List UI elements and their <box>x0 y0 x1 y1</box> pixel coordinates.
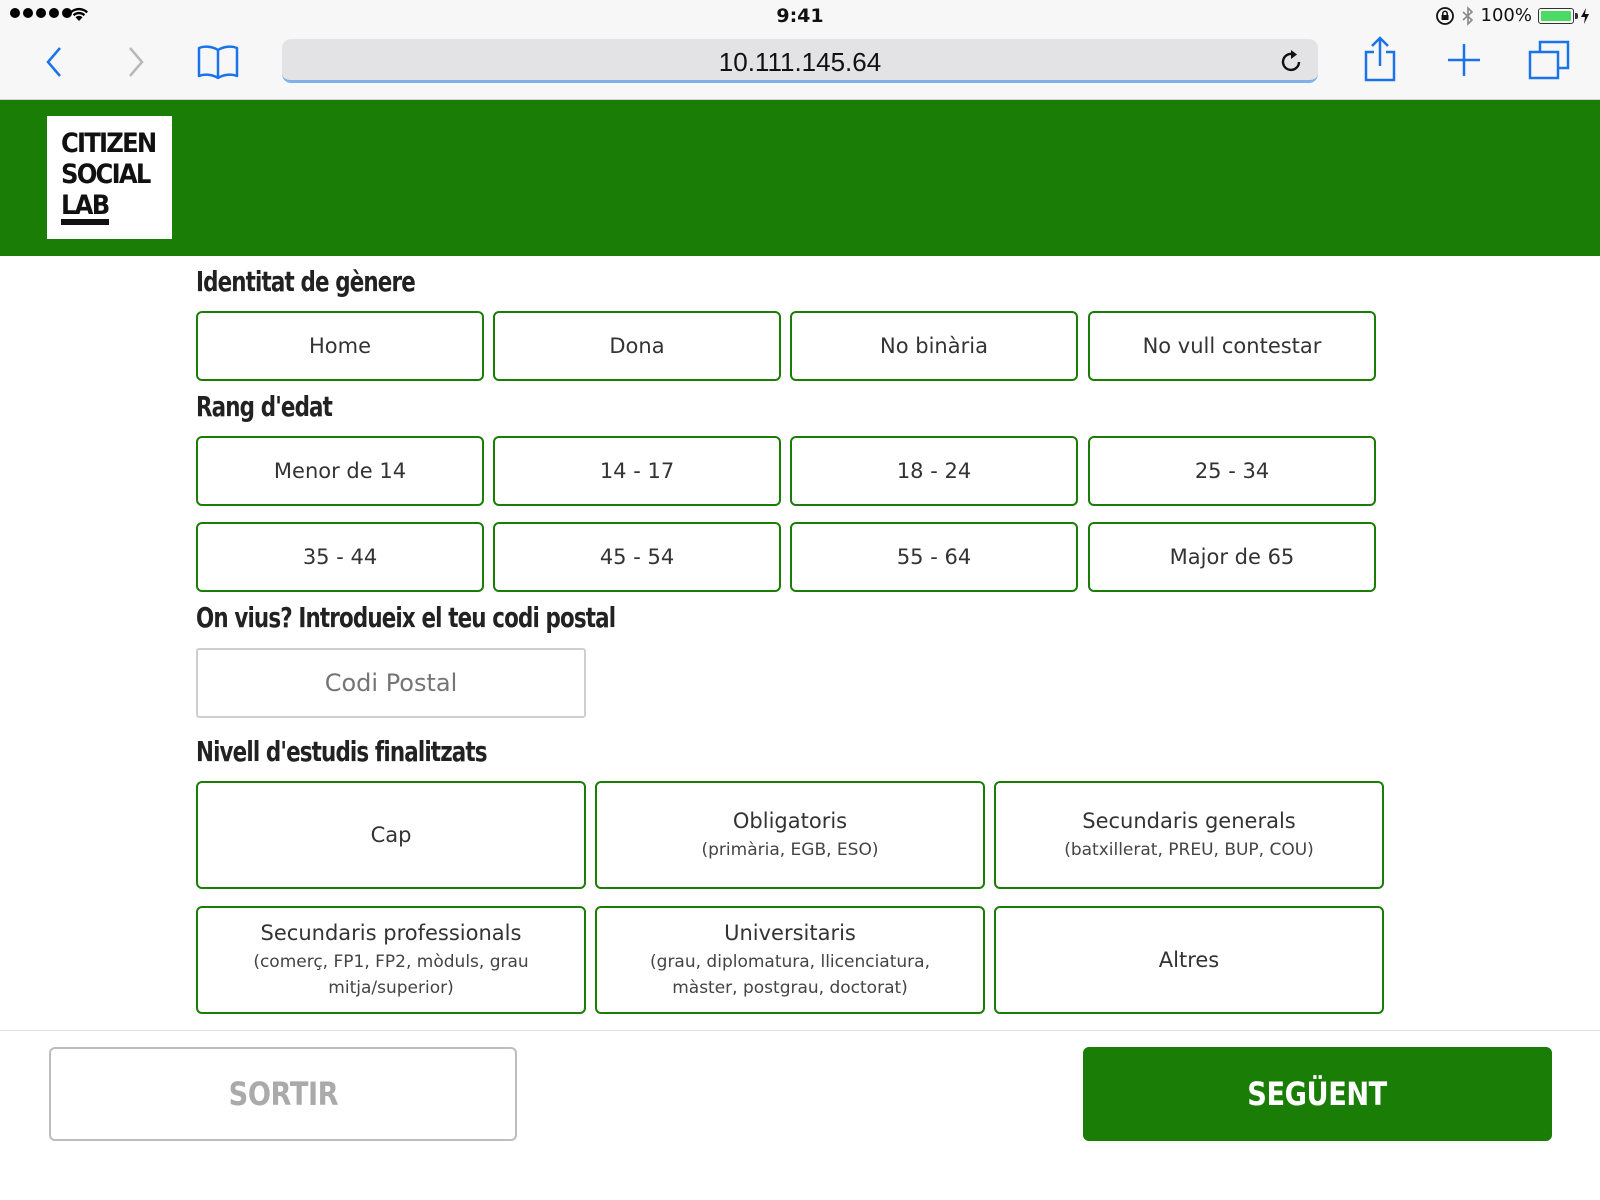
bluetooth-icon <box>1461 5 1473 26</box>
age-option-45-54[interactable]: 45 - 54 <box>493 522 781 592</box>
studies-option-obligatoris[interactable]: Obligatoris (primària, EGB, ESO) <box>595 781 985 889</box>
gender-option-no-vull-contestar[interactable]: No vull contestar <box>1088 311 1376 381</box>
gender-option-dona[interactable]: Dona <box>493 311 781 381</box>
exit-button[interactable]: SORTIR <box>49 1047 517 1141</box>
forward-icon[interactable] <box>124 42 148 82</box>
option-label: 25 - 34 <box>1194 459 1270 483</box>
postal-code-input[interactable] <box>196 648 586 718</box>
option-label: Menor de 14 <box>273 459 407 483</box>
age-option-35-44[interactable]: 35 - 44 <box>196 522 484 592</box>
option-label: Secundaris professionals <box>260 921 522 945</box>
charging-icon <box>1581 7 1589 24</box>
option-label: 35 - 44 <box>302 545 378 569</box>
option-label: Major de 65 <box>1169 545 1295 569</box>
option-label: Secundaris generals <box>1082 809 1296 833</box>
option-label: 18 - 24 <box>896 459 972 483</box>
battery-percent: 100% <box>1480 5 1532 26</box>
form-footer: SORTIR SEGÜENT <box>0 1030 1600 1200</box>
gender-option-home[interactable]: Home <box>196 311 484 381</box>
age-option-over-65[interactable]: Major de 65 <box>1088 522 1376 592</box>
studies-option-universitaris[interactable]: Universitaris (grau, diplomatura, llicen… <box>595 906 985 1014</box>
option-detail: (primària, EGB, ESO) <box>701 840 879 860</box>
age-option-55-64[interactable]: 55 - 64 <box>790 522 1078 592</box>
age-option-14-17[interactable]: 14 - 17 <box>493 436 781 506</box>
new-tab-icon[interactable] <box>1446 42 1482 78</box>
url-text: 10.111.145.64 <box>718 47 882 77</box>
option-label: 45 - 54 <box>599 545 675 569</box>
logo-underline <box>61 219 109 225</box>
site-header: CITIZEN SOCIAL LAB <box>0 100 1600 256</box>
status-bar: 9:41 100% <box>0 0 1600 32</box>
option-detail: (grau, diplomatura, llicenciatura, màste… <box>650 952 930 998</box>
citizen-social-lab-logo[interactable]: CITIZEN SOCIAL LAB <box>47 116 172 239</box>
option-label: Universitaris <box>724 921 856 945</box>
age-option-under-14[interactable]: Menor de 14 <box>196 436 484 506</box>
status-right: 100% <box>1435 5 1590 26</box>
age-option-18-24[interactable]: 18 - 24 <box>790 436 1078 506</box>
option-detail: (batxillerat, PREU, BUP, COU) <box>1064 840 1314 860</box>
studies-option-cap[interactable]: Cap <box>196 781 586 889</box>
option-label: Home <box>308 334 371 358</box>
studies-option-altres[interactable]: Altres <box>994 906 1384 1014</box>
option-label: Cap <box>370 823 412 847</box>
logo-line-3: LAB <box>61 190 110 221</box>
battery-level <box>1541 10 1571 21</box>
reload-icon[interactable] <box>1280 48 1304 74</box>
studies-option-secundaris-generals[interactable]: Secundaris generals (batxillerat, PREU, … <box>994 781 1384 889</box>
option-detail: (comerç, FP1, FP2, mòduls, grau mitja/su… <box>253 952 529 998</box>
status-time: 9:41 <box>776 5 824 27</box>
age-title: Rang d'edat <box>196 390 333 423</box>
logo-line-2: SOCIAL <box>61 159 151 190</box>
battery-icon <box>1538 7 1578 24</box>
browser-toolbar: 10.111.145.64 <box>0 32 1600 100</box>
gender-title: Identitat de gènere <box>196 265 416 298</box>
tabs-icon[interactable] <box>1528 40 1570 80</box>
option-label: 14 - 17 <box>599 459 675 483</box>
next-button-label: SEGÜENT <box>1247 1075 1388 1113</box>
next-button[interactable]: SEGÜENT <box>1083 1047 1552 1141</box>
share-icon[interactable] <box>1362 36 1398 82</box>
postal-title: On vius? Introdueix el teu codi postal <box>196 601 616 634</box>
option-label: No binària <box>880 334 988 358</box>
address-bar[interactable]: 10.111.145.64 <box>282 39 1318 83</box>
back-icon[interactable] <box>42 42 66 82</box>
exit-button-label: SORTIR <box>228 1075 338 1113</box>
studies-title: Nivell d'estudis finalitzats <box>196 735 488 768</box>
gender-option-no-binaria[interactable]: No binària <box>790 311 1078 381</box>
rotation-lock-icon <box>1435 6 1454 25</box>
bookmarks-icon[interactable] <box>196 42 240 82</box>
logo-line-1: CITIZEN <box>61 128 157 159</box>
option-label: No vull contestar <box>1142 334 1322 358</box>
age-option-25-34[interactable]: 25 - 34 <box>1088 436 1376 506</box>
option-label: 55 - 64 <box>896 545 972 569</box>
studies-option-secundaris-professionals[interactable]: Secundaris professionals (comerç, FP1, F… <box>196 906 586 1014</box>
option-label: Obligatoris <box>732 809 848 833</box>
option-label: Altres <box>1158 948 1220 972</box>
option-label: Dona <box>609 334 665 358</box>
